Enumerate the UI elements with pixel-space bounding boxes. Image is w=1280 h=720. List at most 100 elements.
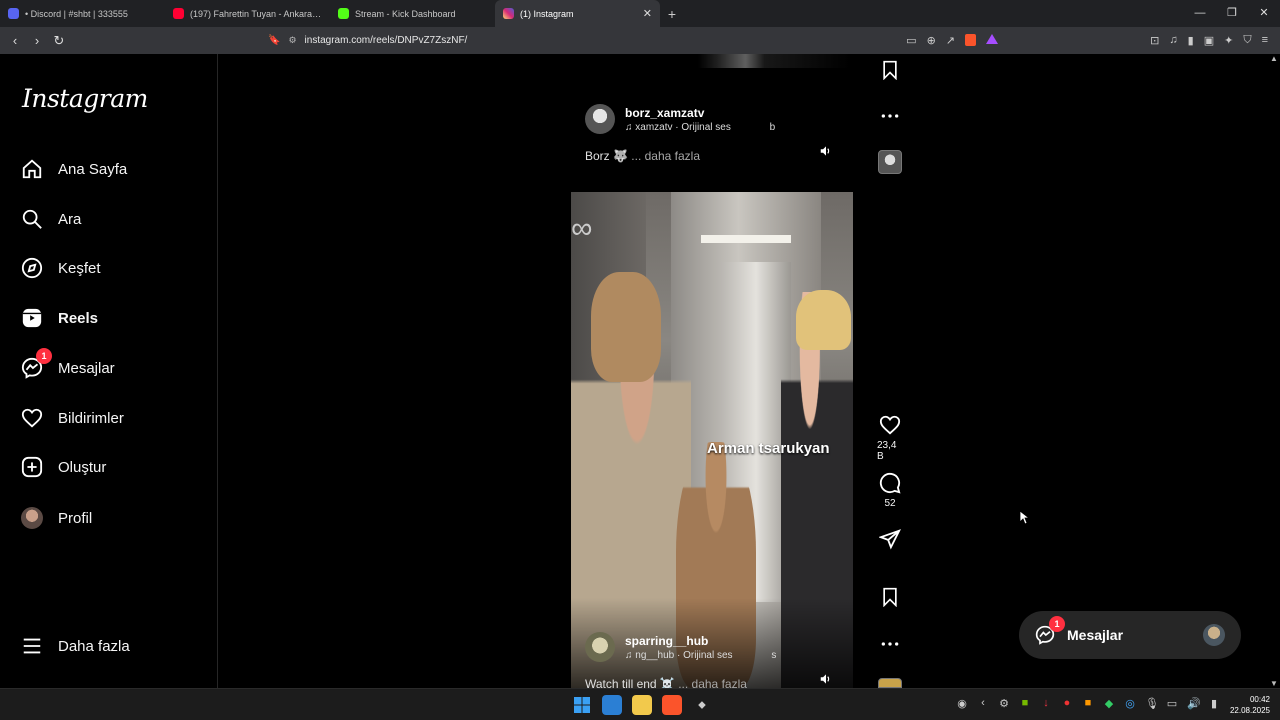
reel-avatar[interactable]	[585, 104, 615, 134]
zoom-icon[interactable]: ⊕	[927, 34, 936, 47]
clock-time: 00:42	[1249, 695, 1270, 704]
display-icon[interactable]: ▭	[1166, 697, 1178, 710]
messenger-icon: 1	[1035, 616, 1065, 645]
tray-network-app-icon[interactable]: ◎	[1124, 697, 1136, 710]
sidebar-item-messages[interactable]: 1 Mesajlar	[20, 348, 115, 382]
scroll-down-icon[interactable]: ▼	[1268, 679, 1280, 688]
windows-start-icon[interactable]	[572, 695, 592, 715]
new-tab-button[interactable]: +	[660, 6, 684, 22]
speaker-icon[interactable]: 🔊	[1187, 697, 1201, 710]
bookmark-icon	[883, 60, 897, 80]
sidebar-item-more[interactable]: Daha fazla	[20, 632, 130, 660]
tray-chevron-icon[interactable]: ‹	[977, 697, 989, 710]
restore-icon[interactable]: ❐	[1216, 0, 1248, 27]
close-tab-icon[interactable]: ✕	[643, 7, 652, 20]
menu-icon[interactable]: ≡	[1262, 34, 1268, 47]
sidebar-item-profile[interactable]: Profil	[20, 504, 92, 532]
share-icon[interactable]: ↗	[946, 34, 955, 47]
tray-record-icon[interactable]: ●	[1061, 697, 1073, 710]
reel-video[interactable]: ∞ Arman tsarukyan	[571, 192, 853, 688]
taskbar: ⬥ ◉ ‹ ⚙ ■ ↓ ● ■ ◆ ◎ 🎙 ▭ 🔊 ▮ 00:42 22.08.…	[0, 688, 1280, 720]
tray-steam-icon[interactable]: ⚙	[998, 697, 1010, 710]
address-bar[interactable]: 🔖 ⚙ instagram.com/reels/DNPvZ7ZszNF/ ▭ ⊕…	[268, 31, 998, 51]
caption-more[interactable]: ... daha fazla	[631, 149, 700, 163]
site-info-icon[interactable]: ⚙	[288, 35, 296, 46]
tab-youtube[interactable]: (197) Fahrettin Tuyan - Ankaralı - You	[165, 0, 330, 27]
messages-pill-label: Mesajlar	[1067, 627, 1124, 643]
mouse-cursor-icon	[1020, 511, 1030, 525]
reel-username[interactable]: borz_xamzatv	[625, 106, 775, 120]
vpn-icon[interactable]: ⛉	[1243, 34, 1251, 47]
scroll-up-icon[interactable]: ▲	[1268, 54, 1280, 63]
tray-app-icon[interactable]: ◉	[956, 697, 968, 710]
taskbar-clock[interactable]: 00:42 22.08.2025	[1230, 694, 1270, 716]
brave-browser-icon[interactable]	[662, 695, 682, 715]
brave-rewards-icon[interactable]	[986, 34, 998, 44]
instagram-logo[interactable]: Instagram	[22, 84, 148, 113]
tab-instagram[interactable]: (1) Instagram ✕	[495, 0, 660, 27]
reel-audio[interactable]: ♫ xamzatv · Orijinal ses b	[625, 122, 775, 133]
bookmark-icon[interactable]: 🔖	[268, 35, 280, 46]
tab-kick[interactable]: Stream - Kick Dashboard	[330, 0, 495, 27]
sidebar-item-search[interactable]: Ara	[20, 205, 81, 233]
microphone-icon[interactable]: 🎙	[1145, 697, 1159, 710]
caption-text: Borz 🐺	[585, 149, 628, 163]
reload-icon[interactable]: ↻	[50, 33, 68, 49]
save-button[interactable]	[877, 60, 903, 80]
reel-caption[interactable]: Borz 🐺 ... daha fazla	[585, 149, 700, 163]
tray-shield-icon[interactable]: ◆	[1103, 697, 1115, 710]
sidebar-item-explore[interactable]: Keşfet	[20, 254, 101, 282]
more-options-button[interactable]	[877, 108, 903, 124]
reel-audio[interactable]: ♫ ng__hub · Orijinal ses s	[625, 650, 776, 661]
sidebar-item-label: Ara	[58, 210, 82, 228]
tab-discord[interactable]: • Discord | #shbt | 333555	[0, 0, 165, 27]
system-tray: ◉ ‹ ⚙ ■ ↓ ● ■ ◆ ◎ 🎙 ▭ 🔊 ▮	[956, 697, 1220, 710]
next-reel-header: sparring__hub ♫ ng__hub · Orijinal ses s	[585, 630, 805, 664]
battery-icon[interactable]: ▮	[1208, 697, 1220, 710]
volume-icon[interactable]	[819, 144, 835, 160]
widgets-icon[interactable]	[602, 695, 622, 715]
forward-icon[interactable]: ›	[28, 33, 46, 48]
sidebar-item-reels[interactable]: Reels	[20, 304, 98, 332]
reel-avatar[interactable]	[585, 632, 615, 662]
sidebar-item-home[interactable]: Ana Sayfa	[20, 155, 127, 183]
media-icon[interactable]: ♫	[1169, 34, 1177, 47]
wallet-icon[interactable]: ▣	[1204, 34, 1214, 47]
comment-button[interactable]: 52	[877, 472, 903, 509]
discord-icon	[8, 8, 19, 19]
tray-download-icon[interactable]: ↓	[1040, 697, 1052, 710]
clock-date: 22.08.2025	[1229, 706, 1270, 715]
more-dots-icon	[881, 114, 899, 118]
brave-shields-icon[interactable]	[965, 34, 976, 46]
audio-thumbnail[interactable]	[878, 150, 902, 174]
screenshot-icon[interactable]: ⊡	[1150, 34, 1159, 47]
kick-icon	[338, 8, 349, 19]
more-options-button[interactable]	[877, 636, 903, 652]
file-explorer-icon[interactable]	[632, 695, 652, 715]
app-icon[interactable]: ⬥	[692, 695, 712, 715]
reels-icon	[20, 306, 44, 330]
sidebar-item-label: Oluştur	[58, 458, 107, 476]
sidebar-toggle-icon[interactable]: ▮	[1188, 34, 1194, 47]
messages-pill[interactable]: 1 Mesajlar	[1019, 611, 1241, 659]
sidebar-item-create[interactable]: Oluştur	[20, 453, 106, 481]
back-icon[interactable]: ‹	[6, 33, 24, 48]
volume-icon[interactable]	[819, 672, 835, 688]
profile-avatar-wrap	[20, 506, 44, 530]
comment-count: 52	[884, 498, 896, 509]
reel-username[interactable]: sparring__hub	[625, 634, 776, 648]
cast-icon[interactable]: ▭	[906, 34, 916, 47]
ai-icon[interactable]: ✦	[1224, 34, 1233, 47]
like-button[interactable]: 23,4 B	[877, 414, 903, 462]
page-scrollbar[interactable]: ▲ ▼	[1268, 54, 1280, 688]
sidebar-item-notifications[interactable]: Bildirimler	[20, 404, 124, 432]
save-button[interactable]	[877, 587, 903, 607]
tray-app2-icon[interactable]: ■	[1082, 697, 1094, 710]
audio-thumbnail[interactable]	[878, 678, 902, 688]
minimize-icon[interactable]: —	[1184, 0, 1216, 27]
heart-icon	[879, 415, 901, 435]
url-text[interactable]: instagram.com/reels/DNPvZ7ZszNF/	[305, 35, 468, 46]
tray-nvidia-icon[interactable]: ■	[1019, 697, 1031, 710]
share-button[interactable]	[877, 528, 903, 550]
close-window-icon[interactable]: ✕	[1248, 0, 1280, 27]
